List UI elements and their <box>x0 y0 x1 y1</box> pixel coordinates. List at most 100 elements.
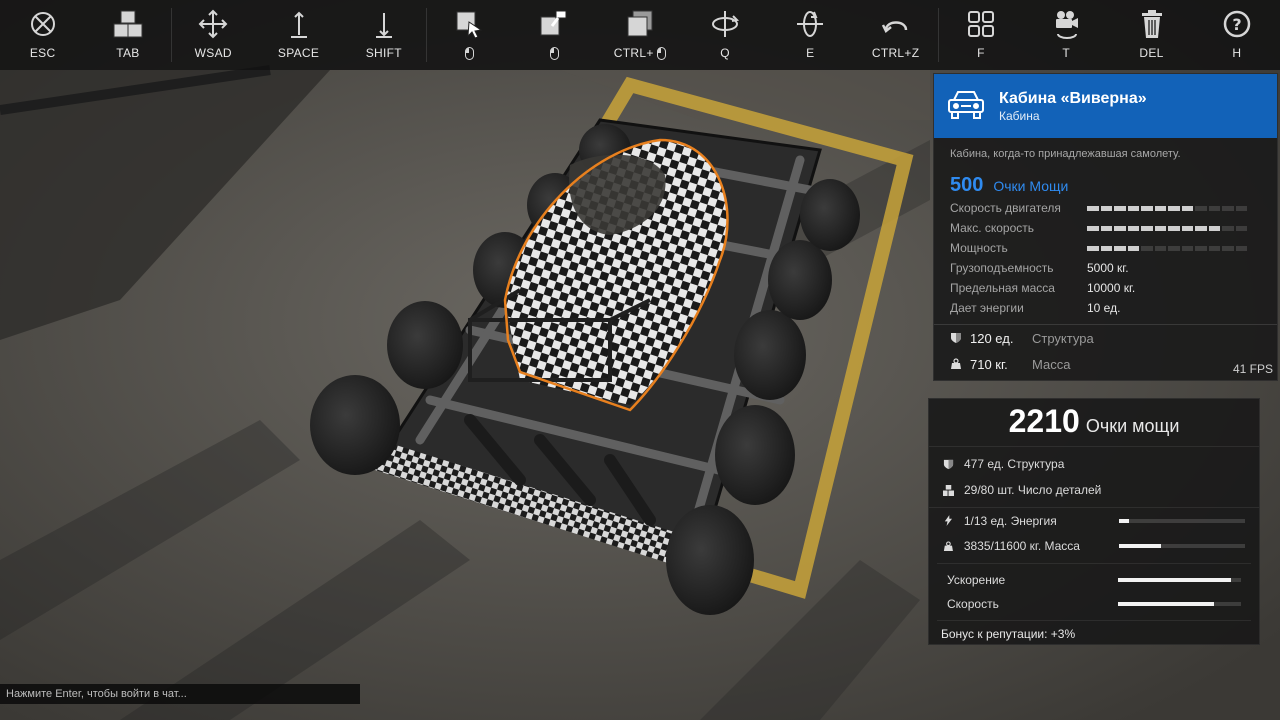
bar-fill <box>1118 578 1232 582</box>
camera-down-button[interactable]: SHIFT <box>341 0 426 70</box>
stat-label: Грузоподъемность <box>950 261 1054 275</box>
up-key-label: SPACE <box>277 46 320 60</box>
part-mass-label: Масса <box>1032 356 1071 372</box>
stat-mass-limit: Предельная масса 10000 кг. <box>934 278 1277 298</box>
select-part-icon <box>456 11 483 39</box>
delete-part-button[interactable]: DEL <box>1109 0 1194 70</box>
bar-segment <box>1087 205 1099 211</box>
camera-up-button[interactable]: SPACE <box>256 0 341 70</box>
camera-rotate-key-label: T <box>1062 46 1071 60</box>
acceleration-bar <box>1118 578 1241 582</box>
stat-value: 5000 кг. <box>1087 261 1129 275</box>
part-mass: 710 кг. Масса <box>934 351 1277 377</box>
bar-segment <box>1154 205 1166 211</box>
bar-segment <box>1235 225 1247 231</box>
bar-segment <box>1127 225 1139 231</box>
stat-label: Дает энергии <box>950 301 1024 315</box>
copy-part-icon <box>627 10 653 37</box>
fps-counter: 41 FPS <box>1232 362 1273 376</box>
bar-segment <box>1127 205 1139 211</box>
part-structure-value: 120 ед. <box>970 330 1014 346</box>
stat-max-speed: Макс. скорость <box>934 218 1277 238</box>
parts-icon <box>943 484 954 496</box>
part-category: Кабина <box>999 108 1040 123</box>
stat-bar <box>1087 225 1247 231</box>
toolbar-separator <box>426 8 428 62</box>
exit-key-label: ESC <box>29 46 56 60</box>
vehicle-energy-text: 1/13 ед. Энергия <box>963 513 1057 528</box>
shield-icon <box>951 333 961 343</box>
move-camera-button[interactable]: WSAD <box>170 0 256 70</box>
stat-value: 10000 кг. <box>1087 281 1136 295</box>
bar-fill <box>1118 602 1214 606</box>
vehicle-acceleration: Ускорение <box>937 568 1251 592</box>
part-power-score: 500 Очки Мощи <box>934 168 1277 198</box>
camera-rotate-button[interactable]: T <box>1024 0 1109 70</box>
exit-button[interactable]: ESC <box>0 0 85 70</box>
undo-icon <box>881 21 907 33</box>
speed-bar <box>1118 602 1241 606</box>
copy-key-label: CTRL+ <box>613 46 654 60</box>
stat-energy-provided: Дает энергии 10 ед. <box>934 298 1277 318</box>
weight-icon <box>951 358 961 369</box>
help-button[interactable]: ? H <box>1194 0 1279 70</box>
stat-label: Мощность <box>950 241 1008 255</box>
part-power-value: 500 <box>950 174 984 196</box>
stat-label: Макс. скорость <box>950 221 1035 235</box>
vehicle-mass: 3835/11600 кг. Масса <box>929 533 1259 559</box>
bar-fill <box>1119 544 1161 548</box>
select-part-button[interactable] <box>426 0 511 70</box>
grid-view-key-label: F <box>977 46 985 60</box>
rotate-vertical-button[interactable]: Q <box>682 0 767 70</box>
parts-list-button[interactable]: TAB <box>85 0 170 70</box>
bar-segment <box>1100 225 1112 231</box>
bar-segment <box>1168 245 1180 251</box>
part-structure-label: Структура <box>1032 330 1094 346</box>
stat-engine-speed: Скорость двигателя <box>934 198 1277 218</box>
bar-segment <box>1114 205 1126 211</box>
vehicle-energy: 1/13 ед. Энергия <box>929 507 1259 533</box>
bar-segment <box>1208 225 1220 231</box>
arrow-up-icon <box>290 11 307 38</box>
cabin-icon <box>948 91 984 119</box>
stat-bar <box>1087 245 1247 251</box>
bar-segment <box>1100 205 1112 211</box>
stat-label: Предельная масса <box>950 281 1055 295</box>
move-arrows-icon <box>198 9 228 39</box>
bar-fill <box>1119 518 1129 523</box>
mouse-right-icon <box>549 46 559 60</box>
stat-load-capacity: Грузоподъемность 5000 кг. <box>934 258 1277 278</box>
paint-part-button[interactable] <box>512 0 597 70</box>
chat-input[interactable]: Нажмите Enter, чтобы войти в чат... <box>0 684 360 704</box>
grid-view-button[interactable]: F <box>938 0 1023 70</box>
help-key-label: H <box>1232 46 1242 60</box>
undo-button[interactable]: CTRL+Z <box>853 0 938 70</box>
toolbar-separator <box>170 8 172 62</box>
bar-segment <box>1195 225 1207 231</box>
bar-segment <box>1127 245 1139 251</box>
vehicle-summary-panel: 2210 Очки мощи 477 ед. Структура 29/80 ш… <box>928 398 1260 645</box>
vehicle-power-score: 2210 Очки мощи <box>929 399 1259 447</box>
move-key-label: WSAD <box>194 46 232 60</box>
bar-segment <box>1222 225 1234 231</box>
parts-crate-icon <box>113 10 143 38</box>
paint-part-icon <box>540 10 567 36</box>
camera-rotate-icon <box>1056 11 1079 39</box>
copy-part-button[interactable]: CTRL+ <box>597 0 682 70</box>
vehicle-power-label: Очки мощи <box>1085 416 1180 436</box>
rotate-horizontal-button[interactable]: E <box>768 0 853 70</box>
undo-key-label: CTRL+Z <box>871 46 920 60</box>
bar-segment <box>1181 225 1193 231</box>
bar-segment <box>1141 205 1153 211</box>
part-info-panel: Кабина «Виверна» Кабина Кабина, когда-то… <box>933 73 1278 381</box>
cancel-exit-icon <box>30 12 55 36</box>
bar-segment <box>1222 245 1234 251</box>
delete-key-label: DEL <box>1139 46 1164 60</box>
arrow-down-icon <box>375 13 392 38</box>
bar-segment <box>1141 225 1153 231</box>
bar-segment <box>1195 245 1207 251</box>
vehicle-energy-bar <box>1119 518 1245 523</box>
part-header: Кабина «Виверна» Кабина <box>934 74 1277 138</box>
bar-segment <box>1100 245 1112 251</box>
part-title: Кабина «Виверна» <box>999 89 1147 107</box>
